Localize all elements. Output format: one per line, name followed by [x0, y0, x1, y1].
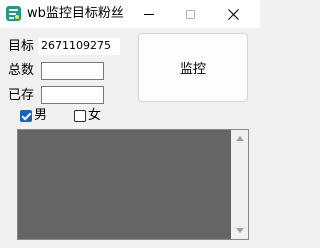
saved-label: 已存 [8, 88, 35, 103]
results-list[interactable] [17, 129, 249, 240]
scroll-down-button[interactable] [231, 222, 248, 239]
checkbox-checked-icon [20, 110, 32, 122]
maximize-button [170, 0, 210, 28]
female-label: 女 [88, 108, 102, 123]
male-checkbox[interactable]: 男 [20, 109, 47, 123]
close-button[interactable] [213, 0, 253, 28]
scroll-up-button[interactable] [231, 130, 248, 147]
minimize-button[interactable] [129, 0, 169, 28]
arrow-down-icon [235, 228, 244, 233]
window-title: wb监控目标粉丝 [27, 6, 124, 21]
maximize-icon [185, 9, 195, 19]
total-label: 总数 [8, 63, 35, 78]
title-bar[interactable]: wb监控目标粉丝 [0, 0, 260, 28]
app-window: wb监控目标粉丝 目标 2671109275 总数 已存 监控 男 女 [0, 0, 260, 248]
male-label: 男 [34, 108, 48, 123]
female-checkbox[interactable]: 女 [74, 109, 101, 123]
vertical-scrollbar[interactable] [231, 130, 248, 239]
minimize-icon [144, 13, 154, 15]
saved-input[interactable] [41, 86, 104, 104]
arrow-up-icon [235, 136, 244, 141]
target-input[interactable]: 2671109275 [39, 38, 120, 55]
monitor-button[interactable]: 监控 [138, 33, 248, 102]
app-icon [6, 6, 21, 21]
target-label: 目标 [8, 39, 35, 54]
close-icon [227, 8, 239, 20]
checkbox-unchecked-icon [74, 110, 86, 122]
total-input[interactable] [41, 62, 104, 80]
